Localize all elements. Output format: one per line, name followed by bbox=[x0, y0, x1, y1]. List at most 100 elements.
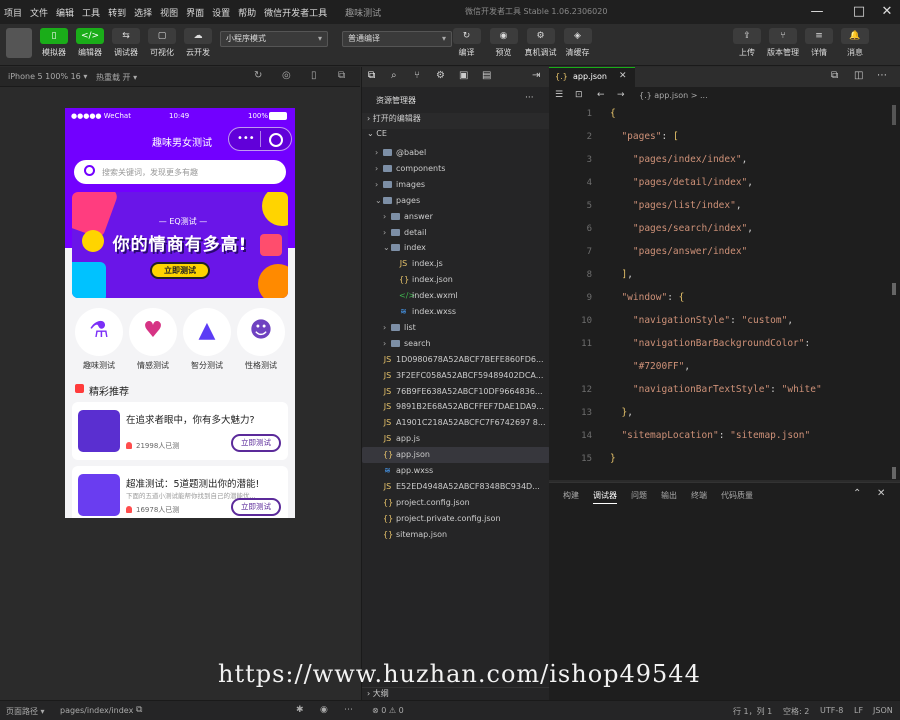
avatar[interactable] bbox=[6, 28, 32, 58]
toolbar-button[interactable]: ▯ 模拟器 bbox=[36, 28, 72, 58]
toolbar-button[interactable]: ⚙ 真机调试 bbox=[522, 28, 559, 58]
tree-item[interactable]: ≋ app.wxss bbox=[362, 463, 550, 479]
toolbar-button[interactable]: ▢ 可视化 bbox=[144, 28, 180, 58]
hot-reload-select[interactable]: 热重载 开 ▾ bbox=[96, 72, 137, 83]
encoding[interactable]: UTF-8 bbox=[820, 706, 843, 715]
code-line[interactable]: "pages/search/index", bbox=[610, 223, 753, 234]
code-line[interactable]: { bbox=[610, 108, 616, 119]
category-label[interactable]: 趣味测试 bbox=[71, 360, 127, 371]
tree-item[interactable]: › components bbox=[362, 161, 550, 177]
close-capsule-icon[interactable] bbox=[269, 133, 283, 147]
code-line[interactable]: "#7200FF", bbox=[610, 361, 690, 372]
tree-item[interactable]: › detail bbox=[362, 225, 550, 241]
tree-item[interactable]: JS 76B9FE638A52ABCF10DF9664836... bbox=[362, 384, 550, 400]
recommend-card[interactable]: 在追求者眼中，你有多大魅力? 21998人已测 立即测试 bbox=[72, 402, 288, 460]
tree-item[interactable]: JS 9891B2E68A52ABCFFEF7DAE1DA9... bbox=[362, 399, 550, 415]
files-icon[interactable]: ⧉ bbox=[368, 70, 375, 81]
toolbar-button[interactable]: ⇆ 调试器 bbox=[108, 28, 144, 58]
tree-item[interactable]: › list bbox=[362, 320, 550, 336]
flask-icon[interactable]: ⚗ bbox=[75, 308, 123, 356]
more-dots-icon[interactable]: ••• bbox=[237, 133, 255, 144]
popout-icon[interactable]: ⧉ bbox=[338, 70, 345, 81]
tree-item[interactable]: {} sitemap.json bbox=[362, 527, 550, 543]
tree-item[interactable]: JS E52ED4948A52ABCF8348BC934D... bbox=[362, 479, 550, 495]
open-editors-section[interactable]: › 打开的编辑器 bbox=[362, 113, 550, 129]
close-tab-icon[interactable]: ✕ bbox=[619, 71, 627, 81]
code-line[interactable]: "pages": [ bbox=[610, 131, 678, 142]
tree-item[interactable]: ⌄ pages bbox=[362, 193, 550, 209]
code-line[interactable]: "pages/index/index", bbox=[610, 154, 747, 165]
console-tab[interactable]: 输出 bbox=[661, 490, 677, 501]
code-line[interactable]: } bbox=[610, 453, 616, 464]
code-line[interactable]: "sitemapLocation": "sitemap.json" bbox=[610, 430, 810, 441]
tree-item[interactable]: JS 3F2EFC058A52ABCF59489402DCA... bbox=[362, 368, 550, 384]
tree-item[interactable]: JS app.js bbox=[362, 431, 550, 447]
menu-item[interactable]: 转到 bbox=[104, 6, 130, 19]
recommend-card[interactable]: 超准测试：5道题测出你的潜能! 下面的五道小测试能帮你找到自己的潜能优... 169… bbox=[72, 466, 288, 518]
page-path[interactable]: pages/index/index bbox=[60, 706, 133, 715]
debug-icon[interactable]: ⚙ bbox=[436, 70, 445, 81]
device-select[interactable]: iPhone 5 100% 16 ▾ bbox=[8, 72, 87, 81]
console-tab[interactable]: 构建 bbox=[563, 490, 579, 501]
console-tab[interactable]: 终端 bbox=[691, 490, 707, 501]
toolbar-button[interactable]: ◉ 预览 bbox=[485, 28, 522, 58]
console-tab[interactable]: 调试器 bbox=[593, 490, 617, 504]
heart-icon[interactable]: ♥ bbox=[129, 308, 177, 356]
code-line[interactable]: "navigationStyle": "custom", bbox=[610, 315, 793, 326]
toolbar-button[interactable]: ⑂ 版本管理 bbox=[765, 28, 801, 58]
tree-item[interactable]: › @babel bbox=[362, 145, 550, 161]
close-panel-icon[interactable]: ✕ bbox=[877, 488, 885, 499]
bookmark-icon[interactable]: ⊡ bbox=[575, 90, 583, 100]
refresh-icon[interactable]: ↻ bbox=[254, 70, 262, 81]
menu-item[interactable]: 项目 bbox=[0, 6, 26, 19]
banner-test-button[interactable]: 立即测试 bbox=[150, 262, 210, 279]
menu-item[interactable]: 界面 bbox=[182, 6, 208, 19]
more-icon[interactable]: ⋯ bbox=[344, 705, 353, 715]
language-mode[interactable]: JSON bbox=[873, 706, 893, 715]
chevron-up-icon[interactable]: ⌃ bbox=[853, 488, 861, 499]
category-label[interactable]: 性格测试 bbox=[233, 360, 289, 371]
menu-item[interactable]: 文件 bbox=[26, 6, 52, 19]
scrollbar[interactable] bbox=[892, 283, 896, 295]
root-folder[interactable]: ⌄ CE bbox=[362, 129, 550, 145]
card-test-button[interactable]: 立即测试 bbox=[231, 498, 281, 516]
stop-icon[interactable]: ◎ bbox=[282, 70, 291, 81]
tree-item[interactable]: ≋ index.wxss bbox=[362, 304, 550, 320]
box-icon[interactable]: ▤ bbox=[482, 70, 491, 81]
code-line[interactable]: "pages/detail/index", bbox=[610, 177, 753, 188]
tree-item[interactable]: {} app.json bbox=[362, 447, 550, 464]
toolbar-button[interactable]: 🔔 消息 bbox=[837, 28, 873, 58]
toolbar-button[interactable]: ☁ 云开发 bbox=[180, 28, 216, 58]
collapse-icon[interactable]: ⇥ bbox=[532, 70, 540, 81]
git-icon[interactable]: ⑂ bbox=[414, 70, 420, 81]
head-icon[interactable]: ☻ bbox=[237, 308, 285, 356]
indent-spaces[interactable]: 空格: 2 bbox=[783, 706, 809, 717]
capsule-menu[interactable]: ••• bbox=[228, 127, 292, 151]
menu-item[interactable]: 视图 bbox=[156, 6, 182, 19]
tree-item[interactable]: JS 1D0980678A52ABCF7BEFE860FD6... bbox=[362, 352, 550, 368]
compare-icon[interactable]: ⧉ bbox=[831, 70, 838, 81]
maximize-button[interactable]: □ bbox=[850, 3, 868, 21]
tree-item[interactable]: JS index.js bbox=[362, 256, 550, 272]
menu-item[interactable]: 帮助 bbox=[234, 6, 260, 19]
menu-item[interactable]: 微信开发者工具 bbox=[260, 6, 331, 19]
eye-icon[interactable]: ◉ bbox=[320, 705, 328, 715]
tab-app-json[interactable]: {.} app.json ✕ bbox=[549, 67, 635, 87]
toolbar-button[interactable]: </> 编辑器 bbox=[72, 28, 108, 58]
code-line[interactable]: "navigationBarTextStyle": "white" bbox=[610, 384, 822, 395]
category-label[interactable]: 情感测试 bbox=[125, 360, 181, 371]
menu-item[interactable]: 编辑 bbox=[52, 6, 78, 19]
banner[interactable]: — EQ测试 — 你的情商有多高! 立即测试 bbox=[72, 192, 288, 298]
code-line[interactable]: "pages/answer/index" bbox=[610, 246, 747, 257]
compile-select[interactable]: 普通编译 ▾ bbox=[342, 31, 452, 47]
phone-icon[interactable]: ▯ bbox=[311, 70, 317, 81]
scrollbar[interactable] bbox=[892, 105, 896, 125]
card-test-button[interactable]: 立即测试 bbox=[231, 434, 281, 452]
list-icon[interactable]: ☰ bbox=[555, 90, 563, 100]
problems-count[interactable]: ⊗ 0 ⚠ 0 bbox=[372, 706, 404, 715]
console-tab[interactable]: 代码质量 bbox=[721, 490, 753, 501]
tree-item[interactable]: › images bbox=[362, 177, 550, 193]
menu-item[interactable]: 选择 bbox=[130, 6, 156, 19]
line-ending[interactable]: LF bbox=[854, 706, 863, 715]
menu-item[interactable]: 工具 bbox=[78, 6, 104, 19]
